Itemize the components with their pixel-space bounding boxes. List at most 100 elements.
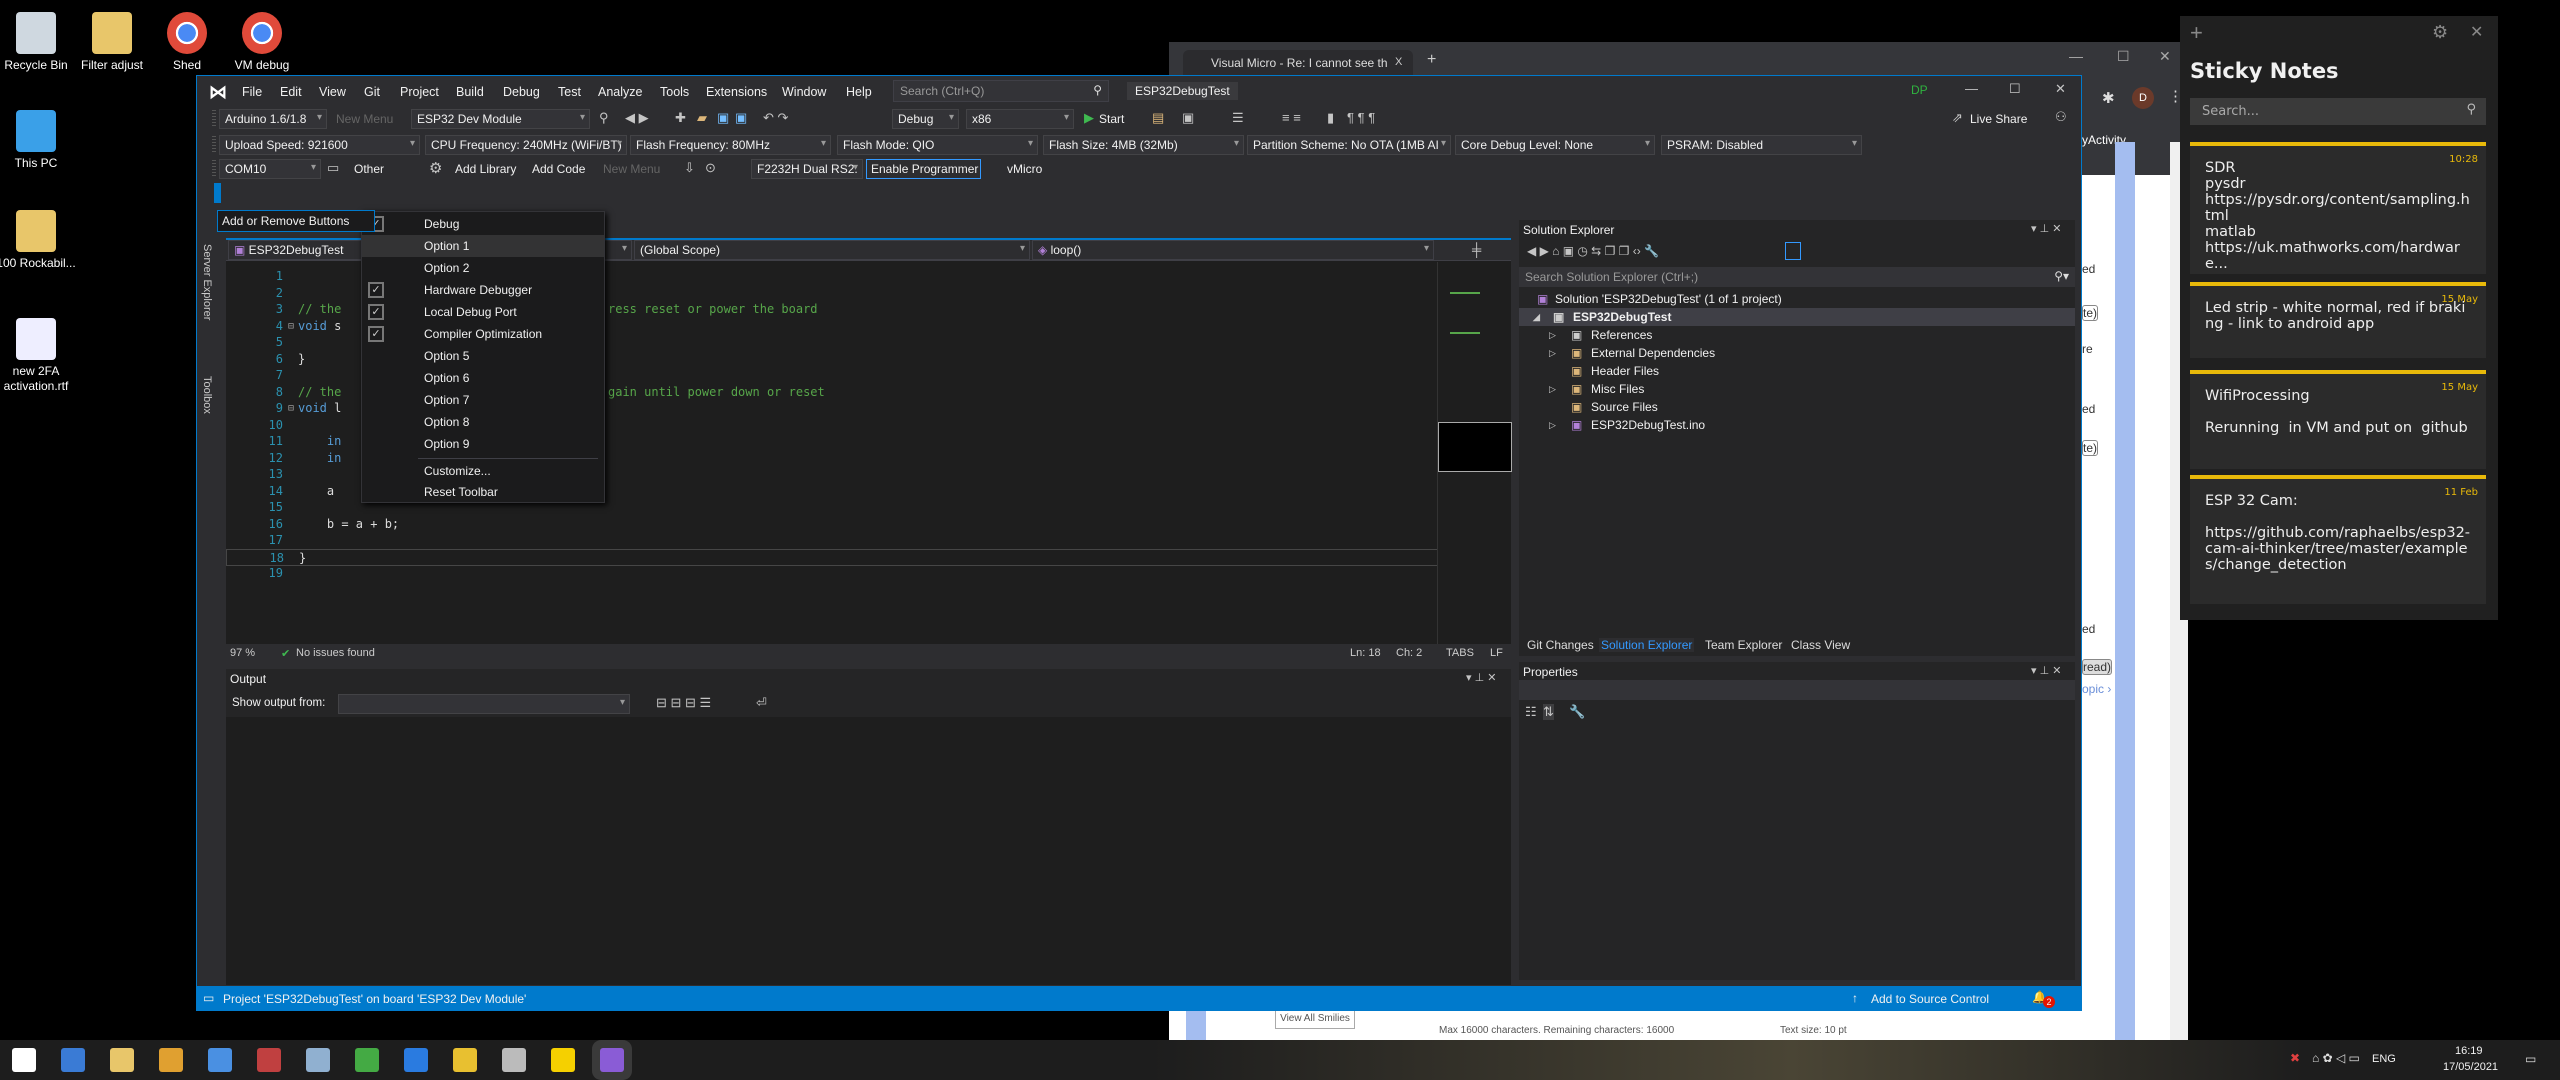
close-icon[interactable]: ✕	[2159, 48, 2171, 65]
collapsed-arrow-icon[interactable]: ▷	[1549, 344, 1556, 362]
collapsed-arrow-icon[interactable]: ▷	[1549, 380, 1556, 398]
add-library-menu[interactable]: Add Library	[455, 162, 516, 176]
indent-mode[interactable]: TABS	[1446, 647, 1474, 659]
gear-icon[interactable]: ⚙	[429, 159, 442, 177]
settings-gear-icon[interactable]: ⚙	[2432, 22, 2448, 43]
categorized-icon[interactable]: ☷	[1525, 704, 1537, 720]
board-select[interactable]: ESP32 Dev Module	[411, 109, 590, 129]
paint-icon[interactable]	[257, 1048, 281, 1072]
clock-time[interactable]: 16:19	[2455, 1045, 2483, 1057]
page-button[interactable]: te)	[2082, 440, 2099, 456]
upload-icon[interactable]: ⇩	[684, 160, 695, 176]
comment-icon[interactable]: ≡ ≡	[1282, 110, 1301, 125]
toolbar-grip[interactable]	[212, 110, 216, 128]
browser-tab[interactable]: Visual Micro - Re: I cannot see th	[1183, 50, 1413, 75]
new-tab-button[interactable]: +	[1427, 51, 1436, 69]
collapsed-arrow-icon[interactable]: ▷	[1549, 416, 1556, 434]
live-share-icon[interactable]: ⇗	[1952, 110, 1963, 126]
menu-debug[interactable]: Debug	[503, 85, 540, 99]
menu-option[interactable]: ✓ Compiler Optimization	[362, 323, 604, 345]
page-link[interactable]: opic ›	[2082, 682, 2111, 696]
desktop-icon[interactable]: Filter adjust	[72, 12, 152, 73]
menu-option[interactable]: ✓ Local Debug Port	[362, 301, 604, 323]
word-wrap-icon[interactable]: ⏎	[756, 695, 767, 711]
other-menu[interactable]: Other	[354, 162, 384, 176]
port-select[interactable]: COM10	[219, 159, 321, 179]
tree-item[interactable]: ▣ Solution 'ESP32DebugTest' (1 of 1 proje…	[1519, 290, 2075, 308]
menu-project[interactable]: Project	[400, 85, 439, 99]
programmer-select[interactable]: F2232H Dual RS2:	[751, 159, 863, 179]
notes-search[interactable]: Search... ⚲	[2190, 98, 2486, 125]
vscode-icon[interactable]	[404, 1048, 428, 1072]
toolbar-grip[interactable]	[212, 160, 216, 178]
visual-studio-icon[interactable]	[600, 1048, 624, 1072]
zoom-level[interactable]: 97 %	[230, 647, 255, 659]
desktop-icon[interactable]: This PC	[0, 110, 76, 171]
issues-status[interactable]: No issues found	[296, 647, 375, 659]
property-pages-icon[interactable]: 🔧	[1569, 704, 1585, 720]
tree-item[interactable]: ▷ ▣ ESP32DebugTest.ino	[1519, 416, 2075, 434]
alphabetical-icon[interactable]: ⇅	[1543, 704, 1554, 720]
enable-programmer-button[interactable]: Enable Programmer	[866, 159, 981, 179]
menu-help[interactable]: Help	[846, 85, 872, 99]
cpu-frequency-select[interactable]: CPU Frequency: 240MHz (WiFi/BT)	[425, 135, 627, 155]
desktop-icon[interactable]: 100 Rockabil...	[0, 210, 76, 271]
platform-select[interactable]: Arduino 1.6/1.8	[219, 109, 327, 129]
upload-speed-select[interactable]: Upload Speed: 921600	[219, 135, 420, 155]
add-code-menu[interactable]: Add Code	[532, 162, 585, 176]
preview-toggle[interactable]	[1785, 242, 1801, 260]
save-all-icon[interactable]: ▣	[735, 110, 747, 126]
desktop-icon[interactable]: Shed	[147, 12, 227, 73]
reset-toolbar-option[interactable]: Reset Toolbar	[362, 481, 604, 503]
partition-scheme-select[interactable]: Partition Scheme: No OTA (1MB AI	[1247, 135, 1451, 155]
maximize-icon[interactable]: ☐	[2009, 81, 2021, 97]
panel-controls-icon[interactable]: ▾ ⊥ ✕	[1466, 671, 1496, 684]
toolbar-icon[interactable]: ▤	[1152, 110, 1164, 126]
maximize-icon[interactable]: ☐	[2117, 48, 2130, 65]
sticky-note[interactable]: 11 Feb ESP 32 Cam: https://github.com/rap…	[2190, 475, 2486, 604]
tree-item[interactable]: ▣ Header Files	[1519, 362, 2075, 380]
output-source-select[interactable]	[338, 694, 630, 714]
menu-test[interactable]: Test	[558, 85, 581, 99]
feedback-icon[interactable]: ⚇	[2055, 109, 2067, 125]
tree-item[interactable]: ◢ ▣ ESP32DebugTest	[1519, 308, 2075, 326]
menu-option[interactable]: Option 5	[362, 345, 604, 367]
vmicro-menu[interactable]: vMicro	[1007, 162, 1042, 176]
minimize-icon[interactable]: —	[1965, 81, 1978, 96]
profile-avatar[interactable]: D	[2132, 87, 2154, 109]
file-explorer-icon[interactable]	[110, 1048, 134, 1072]
solution-tree[interactable]: ▣ Solution 'ESP32DebugTest' (1 of 1 proje…	[1519, 290, 2075, 630]
output-text[interactable]	[226, 717, 1511, 985]
start-button[interactable]: Start	[1099, 112, 1124, 126]
new-project-icon[interactable]: ✚	[675, 110, 686, 126]
menu-window[interactable]: Window	[782, 85, 826, 99]
tray-icons[interactable]: ⌂ ✿ ◁ ▭	[2312, 1051, 2360, 1065]
tray-icon[interactable]: ✖	[2290, 1051, 2300, 1065]
flash-mode-select[interactable]: Flash Mode: QIO	[837, 135, 1038, 155]
chrome-icon[interactable]	[159, 1048, 183, 1072]
scope-select[interactable]: (Global Scope)	[634, 240, 1030, 260]
page-button[interactable]: te)	[2082, 305, 2099, 321]
notepad-icon[interactable]	[306, 1048, 330, 1072]
phone-icon[interactable]	[355, 1048, 379, 1072]
desktop-icon[interactable]: VM debug	[222, 12, 302, 73]
member-select[interactable]: ◈ loop()	[1032, 240, 1434, 260]
menu-option[interactable]: ✓ Hardware Debugger	[362, 279, 604, 301]
open-folder-icon[interactable]: ▰	[697, 110, 707, 126]
architecture-select[interactable]: x86	[966, 109, 1074, 129]
tab-solution-explorer[interactable]: Solution Explorer	[1599, 638, 1695, 652]
panel-controls-icon[interactable]: ▾ ⊥ ✕	[2031, 222, 2061, 235]
tab-close-button[interactable]: X	[1395, 56, 1402, 68]
close-icon[interactable]: ✕	[2470, 22, 2483, 42]
toolbar-icon[interactable]: ▣	[1182, 110, 1194, 126]
sticky-notes-icon[interactable]	[551, 1048, 575, 1072]
menu-option[interactable]: Option 7	[362, 389, 604, 411]
tools-icon[interactable]	[502, 1048, 526, 1072]
toolbox-tab[interactable]: Toolbox	[201, 376, 213, 414]
menu-edit[interactable]: Edit	[280, 85, 302, 99]
minimap-scrollbar[interactable]	[1437, 262, 1512, 644]
tab-class-view[interactable]: Class View	[1789, 638, 1852, 652]
new-note-button[interactable]: +	[2190, 20, 2203, 46]
psram-select[interactable]: PSRAM: Disabled	[1661, 135, 1862, 155]
close-icon[interactable]: ✕	[2055, 81, 2066, 97]
